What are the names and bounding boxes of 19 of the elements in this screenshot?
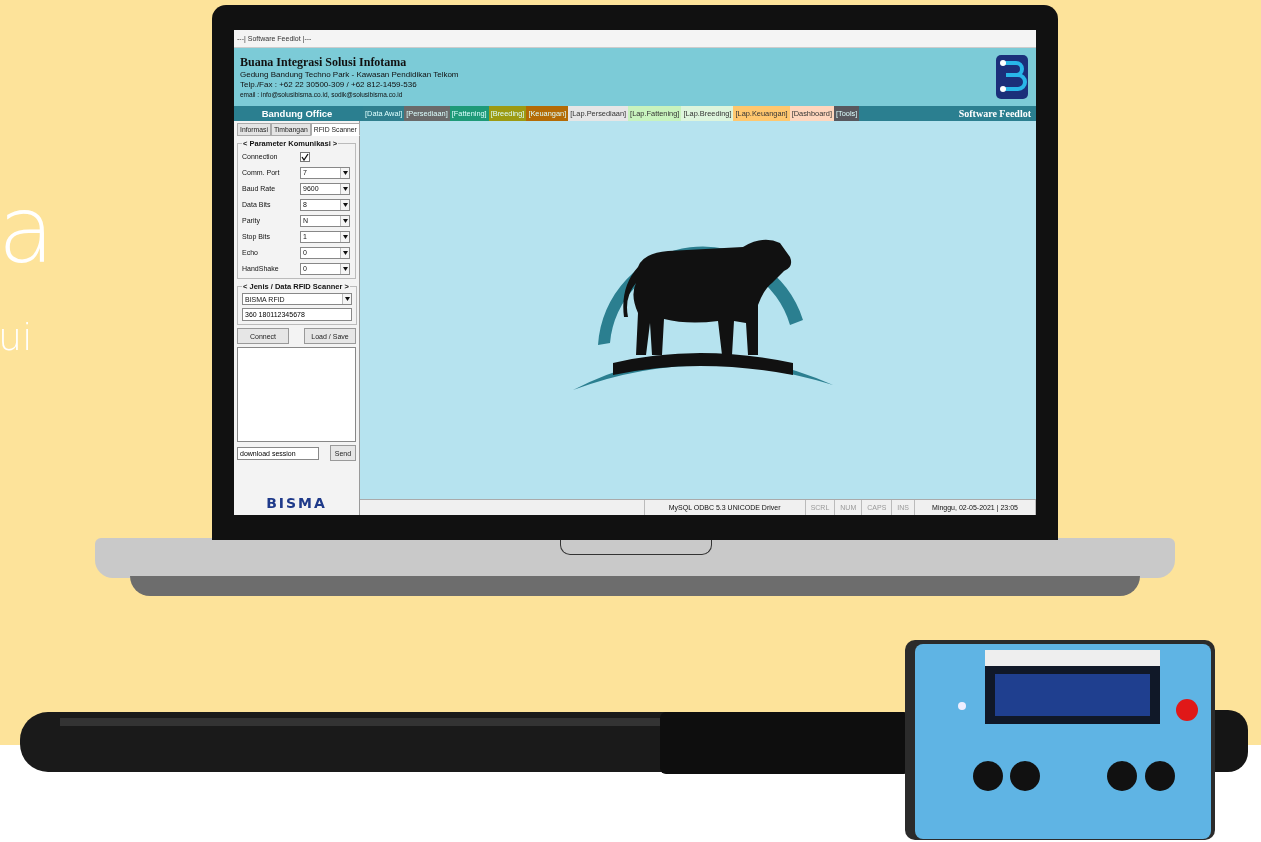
office-label: Bandung Office [260,107,334,121]
log-area[interactable] [237,347,356,442]
connection-checkbox[interactable] [300,151,310,162]
dropdown-arrow-icon[interactable] [342,294,351,304]
dropdown-arrow-icon[interactable] [340,231,349,242]
dropdown-arrow-icon[interactable] [340,215,349,226]
dropdown-arrow-icon[interactable] [340,199,349,210]
backdrop-text: ui [0,318,33,356]
app-name: Software Feedlot [958,107,1032,121]
address-text: Gedung Bandung Techno Park - Kawasan Pendidikan Telkom [240,69,459,80]
dropdown-arrow-icon[interactable] [340,247,349,258]
company-name: Buana Integrasi Solusi Infotama [240,54,408,70]
backdrop-text: a [0,185,55,277]
dropdown-arrow-icon[interactable] [340,263,349,274]
dropdown-arrow-icon[interactable] [340,167,349,178]
brand-logo: BISMA [266,494,327,513]
dropdown-arrow-icon[interactable] [340,183,349,194]
logo-icon [994,53,1030,101]
address-text: Telp./Fax : +62 22 30500-309 / +62 812-1459-536 [240,79,418,90]
